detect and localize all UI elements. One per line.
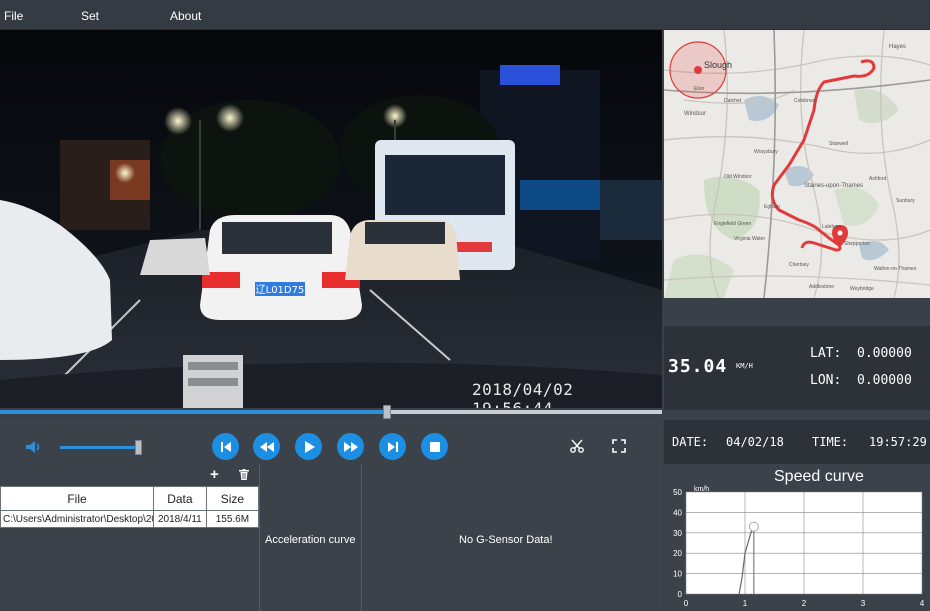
- video-timestamp: 2018/04/02 19:56:44: [472, 380, 574, 408]
- map-label-stanwell: Stanwell: [829, 141, 848, 147]
- map-label-walton: Walton-on-Thames: [874, 266, 917, 272]
- video-frame: 辽L01D75: [0, 30, 662, 408]
- delete-file-icon[interactable]: [239, 469, 249, 480]
- y-tick-label: 50: [673, 488, 682, 497]
- y-tick-label: 10: [673, 570, 682, 579]
- acceleration-curve-label: Acceleration curve: [265, 534, 356, 546]
- gsensor-status: No G-Sensor Data!: [459, 534, 553, 546]
- stop-icon: [429, 441, 440, 452]
- add-file-icon[interactable]: +: [210, 466, 219, 483]
- skip-previous-icon: [220, 441, 231, 452]
- x-tick-label: 0: [684, 599, 689, 608]
- column-file[interactable]: File: [0, 486, 154, 511]
- skip-next-icon: [387, 441, 398, 452]
- fast-forward-button[interactable]: [337, 433, 364, 460]
- longitude-value: 0.00000: [857, 373, 912, 388]
- y-tick-label: 40: [673, 508, 682, 517]
- fast-forward-icon: [343, 441, 358, 452]
- map-label-slough: Slough: [704, 60, 732, 70]
- gsensor-panel: No G-Sensor Data!: [362, 464, 662, 611]
- playback-controls: [0, 420, 662, 464]
- scissors-icon[interactable]: [570, 439, 584, 453]
- rewind-icon: [259, 441, 274, 452]
- datetime-readout: DATE: 04/02/18 TIME: 19:57:29: [664, 420, 930, 464]
- time-value: 19:57:29: [869, 435, 927, 449]
- speed-unit-label: km/h: [694, 486, 709, 493]
- column-size[interactable]: Size: [205, 486, 260, 511]
- latitude-value: 0.00000: [857, 346, 912, 361]
- file-list-panel: + File Data Size C:\Users\Administrator\…: [0, 464, 260, 611]
- playback-progress-bar[interactable]: [0, 405, 662, 419]
- play-icon: [304, 440, 315, 453]
- volume-fill: [60, 446, 138, 449]
- file-size-cell: 155.6M: [205, 510, 260, 528]
- x-tick-label: 1: [743, 599, 748, 608]
- y-tick-label: 20: [673, 549, 682, 558]
- skip-next-button[interactable]: [379, 433, 406, 460]
- map-label-hayes: Hayes: [889, 44, 906, 50]
- map-label-sunbury: Sunbury: [896, 198, 915, 204]
- y-tick-label: 30: [673, 529, 682, 538]
- time-label: TIME:: [812, 435, 849, 449]
- map-label-eton: Eton: [694, 86, 705, 92]
- map-label-wraysbury: Wraysbury: [754, 149, 778, 155]
- map-label-datchet: Datchet: [724, 98, 742, 104]
- menu-set[interactable]: Set: [81, 9, 99, 23]
- map-view[interactable]: Slough Eton Windsor Staines-upon-Thames …: [664, 30, 930, 298]
- license-plate: 辽L01D75: [256, 284, 305, 296]
- x-tick-label: 2: [802, 599, 807, 608]
- volume-slider[interactable]: [60, 440, 142, 455]
- play-button[interactable]: [295, 433, 322, 460]
- map-label-ashford: Ashford: [869, 176, 886, 182]
- map-label-staines: Staines-upon-Thames: [804, 183, 863, 189]
- speed-curve-chart: 50 40 30 20 10 00 1 2 3 4 km/h: [673, 486, 925, 608]
- speed-value: 35.04: [668, 356, 728, 377]
- map-label-weybridge: Weybridge: [850, 286, 874, 292]
- map-label-egham: Egham: [764, 204, 780, 210]
- map-label-addlestone: Addlestone: [809, 284, 834, 290]
- volume-handle[interactable]: [134, 440, 142, 455]
- table-row[interactable]: C:\Users\Administrator\Desktop\201 2018/…: [0, 510, 260, 528]
- x-tick-label: 3: [861, 599, 866, 608]
- file-table-header: File Data Size: [0, 486, 260, 511]
- file-table: File Data Size C:\Users\Administrator\De…: [0, 486, 260, 528]
- latitude-label: LAT:: [810, 346, 842, 361]
- rewind-button[interactable]: [253, 433, 280, 460]
- skip-previous-button[interactable]: [212, 433, 239, 460]
- file-path-cell: C:\Users\Administrator\Desktop\201: [0, 510, 154, 528]
- stop-button[interactable]: [421, 433, 448, 460]
- x-tick-label: 4: [920, 599, 925, 608]
- date-value: 04/02/18: [726, 435, 784, 449]
- map-label-shepperton: Shepperton: [844, 241, 870, 247]
- playback-progress-handle[interactable]: [383, 405, 392, 419]
- gps-readout: 35.04 KM/H LAT: 0.00000 LON: 0.00000: [664, 326, 930, 410]
- map-label-englefield-green: Englefield Green: [714, 221, 751, 227]
- map-label-old-windsor: Old Windsor: [724, 174, 752, 180]
- map-label-laleham: Laleham: [822, 224, 841, 230]
- fullscreen-icon[interactable]: [612, 439, 626, 453]
- map-label-virginia-water: Virginia Water: [734, 236, 765, 242]
- y-tick-label: 0: [678, 590, 683, 599]
- menu-bar: File Set About: [0, 0, 930, 30]
- speed-current-point: [748, 521, 759, 532]
- file-date-cell: 2018/4/11: [153, 510, 207, 528]
- map-label-chertsey: Chertsey: [789, 262, 810, 268]
- speed-unit: KM/H: [736, 362, 753, 370]
- playback-progress-fill: [0, 410, 388, 414]
- speed-curve-panel: Speed curve 50 40 30 20 10 0 0 1 2 3 4 km/h: [664, 464, 930, 611]
- video-player[interactable]: 辽L01D75 2018/04/02 19:56:44: [0, 30, 662, 408]
- longitude-label: LON:: [810, 373, 842, 388]
- map-label-colnbrook: Colnbrook: [794, 98, 817, 104]
- route-map: Slough Eton Windsor Staines-upon-Thames …: [664, 30, 930, 298]
- menu-file[interactable]: File: [4, 9, 23, 23]
- volume-icon[interactable]: [26, 441, 42, 453]
- menu-about[interactable]: About: [170, 9, 201, 23]
- map-label-windsor: Windsor: [684, 111, 706, 117]
- acceleration-panel: Acceleration curve: [260, 464, 362, 611]
- date-label: DATE:: [672, 435, 709, 449]
- column-data[interactable]: Data: [153, 486, 207, 511]
